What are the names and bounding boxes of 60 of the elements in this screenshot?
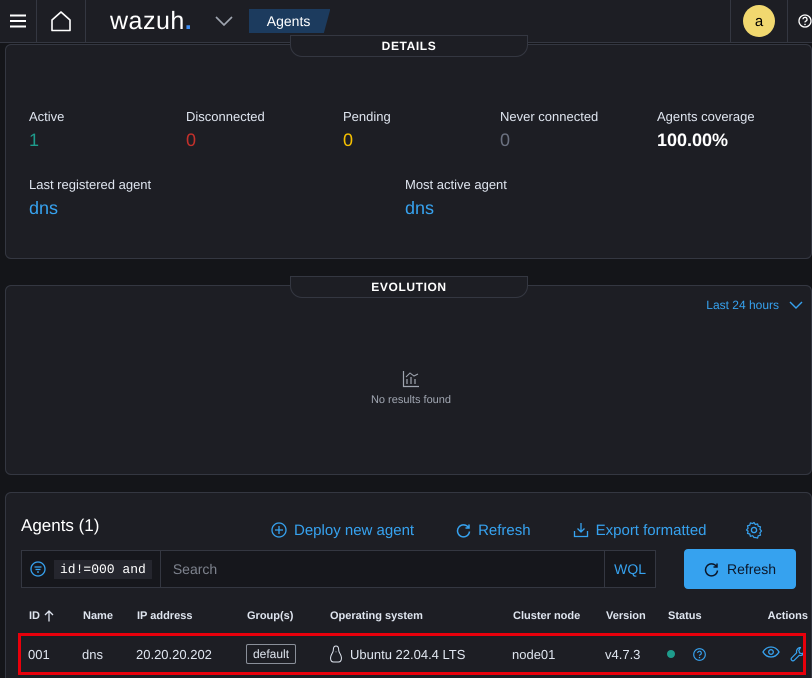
empty-message: No results found bbox=[370, 394, 452, 406]
action-link[interactable]: Export formatted bbox=[572, 522, 707, 538]
chevron-down-icon[interactable] bbox=[789, 301, 803, 309]
table-cell: Ubuntu 22.04.4 LTS bbox=[350, 646, 466, 662]
section-title: Agents (1) bbox=[21, 516, 100, 536]
wql-button[interactable]: WQL bbox=[604, 551, 655, 587]
help-icon[interactable] bbox=[693, 648, 706, 660]
highlighted-row[interactable]: 001 dns 20.20.20.202 default Ubuntu 22.04.4 LTS node01 v4.7.3 bbox=[18, 633, 806, 675]
settings-icon[interactable] bbox=[744, 521, 763, 539]
column-header[interactable]: Version bbox=[606, 610, 668, 622]
filter-chip[interactable]: id!=000 and bbox=[54, 560, 152, 578]
search-field[interactable]: id!=000 and Search WQL bbox=[21, 550, 656, 588]
chart-icon bbox=[402, 370, 420, 388]
column-header[interactable]: Status bbox=[668, 610, 738, 622]
stat-label: Most active agent bbox=[405, 177, 508, 192]
table-cell-text: 20.20.20.202 bbox=[136, 646, 213, 662]
filter-icon[interactable] bbox=[30, 561, 46, 577]
group-tag: default bbox=[246, 644, 296, 664]
stat-value: 100.00% bbox=[657, 130, 730, 151]
home-icon[interactable] bbox=[50, 10, 72, 32]
table-cell-text: node01 bbox=[512, 646, 556, 662]
stat-label: Never connected bbox=[500, 109, 600, 124]
stat-label: Disconnected bbox=[186, 109, 266, 124]
add-icon bbox=[271, 522, 287, 538]
agent-link[interactable]: dns bbox=[29, 198, 405, 219]
column-header[interactable]: Name bbox=[83, 610, 137, 622]
table-cell-text: dns bbox=[82, 646, 104, 662]
download-icon bbox=[572, 522, 589, 538]
stat-value: 0 bbox=[343, 130, 354, 151]
action-link[interactable]: Refresh bbox=[456, 522, 531, 538]
column-header[interactable]: Operating system bbox=[330, 610, 513, 622]
stat-value: 0 bbox=[186, 130, 198, 151]
action-link[interactable]: Deploy new agent bbox=[271, 522, 414, 538]
stat-label: Active bbox=[29, 109, 66, 124]
table-cell-text: 001 bbox=[28, 646, 51, 662]
stat-label: Last registered agent bbox=[29, 177, 152, 192]
column-header[interactable]: IP address bbox=[137, 610, 247, 622]
refresh-icon bbox=[456, 522, 472, 538]
stat-label: Pending bbox=[343, 109, 392, 124]
stat-value: 1 bbox=[29, 130, 40, 151]
refresh-button[interactable]: Refresh bbox=[684, 549, 796, 589]
column-header[interactable]: Cluster node bbox=[513, 610, 606, 622]
chevron-down-icon[interactable] bbox=[214, 16, 233, 26]
panel-title: EVOLUTION bbox=[290, 276, 528, 298]
breadcrumb[interactable]: Agents bbox=[248, 9, 330, 33]
table-cell-text: v4.7.3 bbox=[605, 646, 642, 662]
refresh-icon bbox=[704, 562, 719, 576]
sort-arrow-icon[interactable] bbox=[44, 610, 54, 622]
column-header[interactable]: ID bbox=[29, 610, 83, 622]
column-header[interactable]: Actions bbox=[738, 610, 808, 622]
user-avatar[interactable]: a bbox=[743, 5, 775, 37]
stat-label: Agents coverage bbox=[657, 109, 756, 124]
column-header[interactable]: Group(s) bbox=[247, 610, 330, 622]
time-range-link[interactable]: Last 24 hours bbox=[706, 298, 779, 312]
eye-icon[interactable] bbox=[762, 646, 780, 658]
stat-value: 0 bbox=[500, 130, 512, 151]
panel-title: DETAILS bbox=[290, 35, 528, 57]
logo[interactable]: wazuh. bbox=[110, 6, 193, 36]
agent-link[interactable]: dns bbox=[405, 198, 705, 219]
menu-icon[interactable] bbox=[10, 14, 26, 28]
